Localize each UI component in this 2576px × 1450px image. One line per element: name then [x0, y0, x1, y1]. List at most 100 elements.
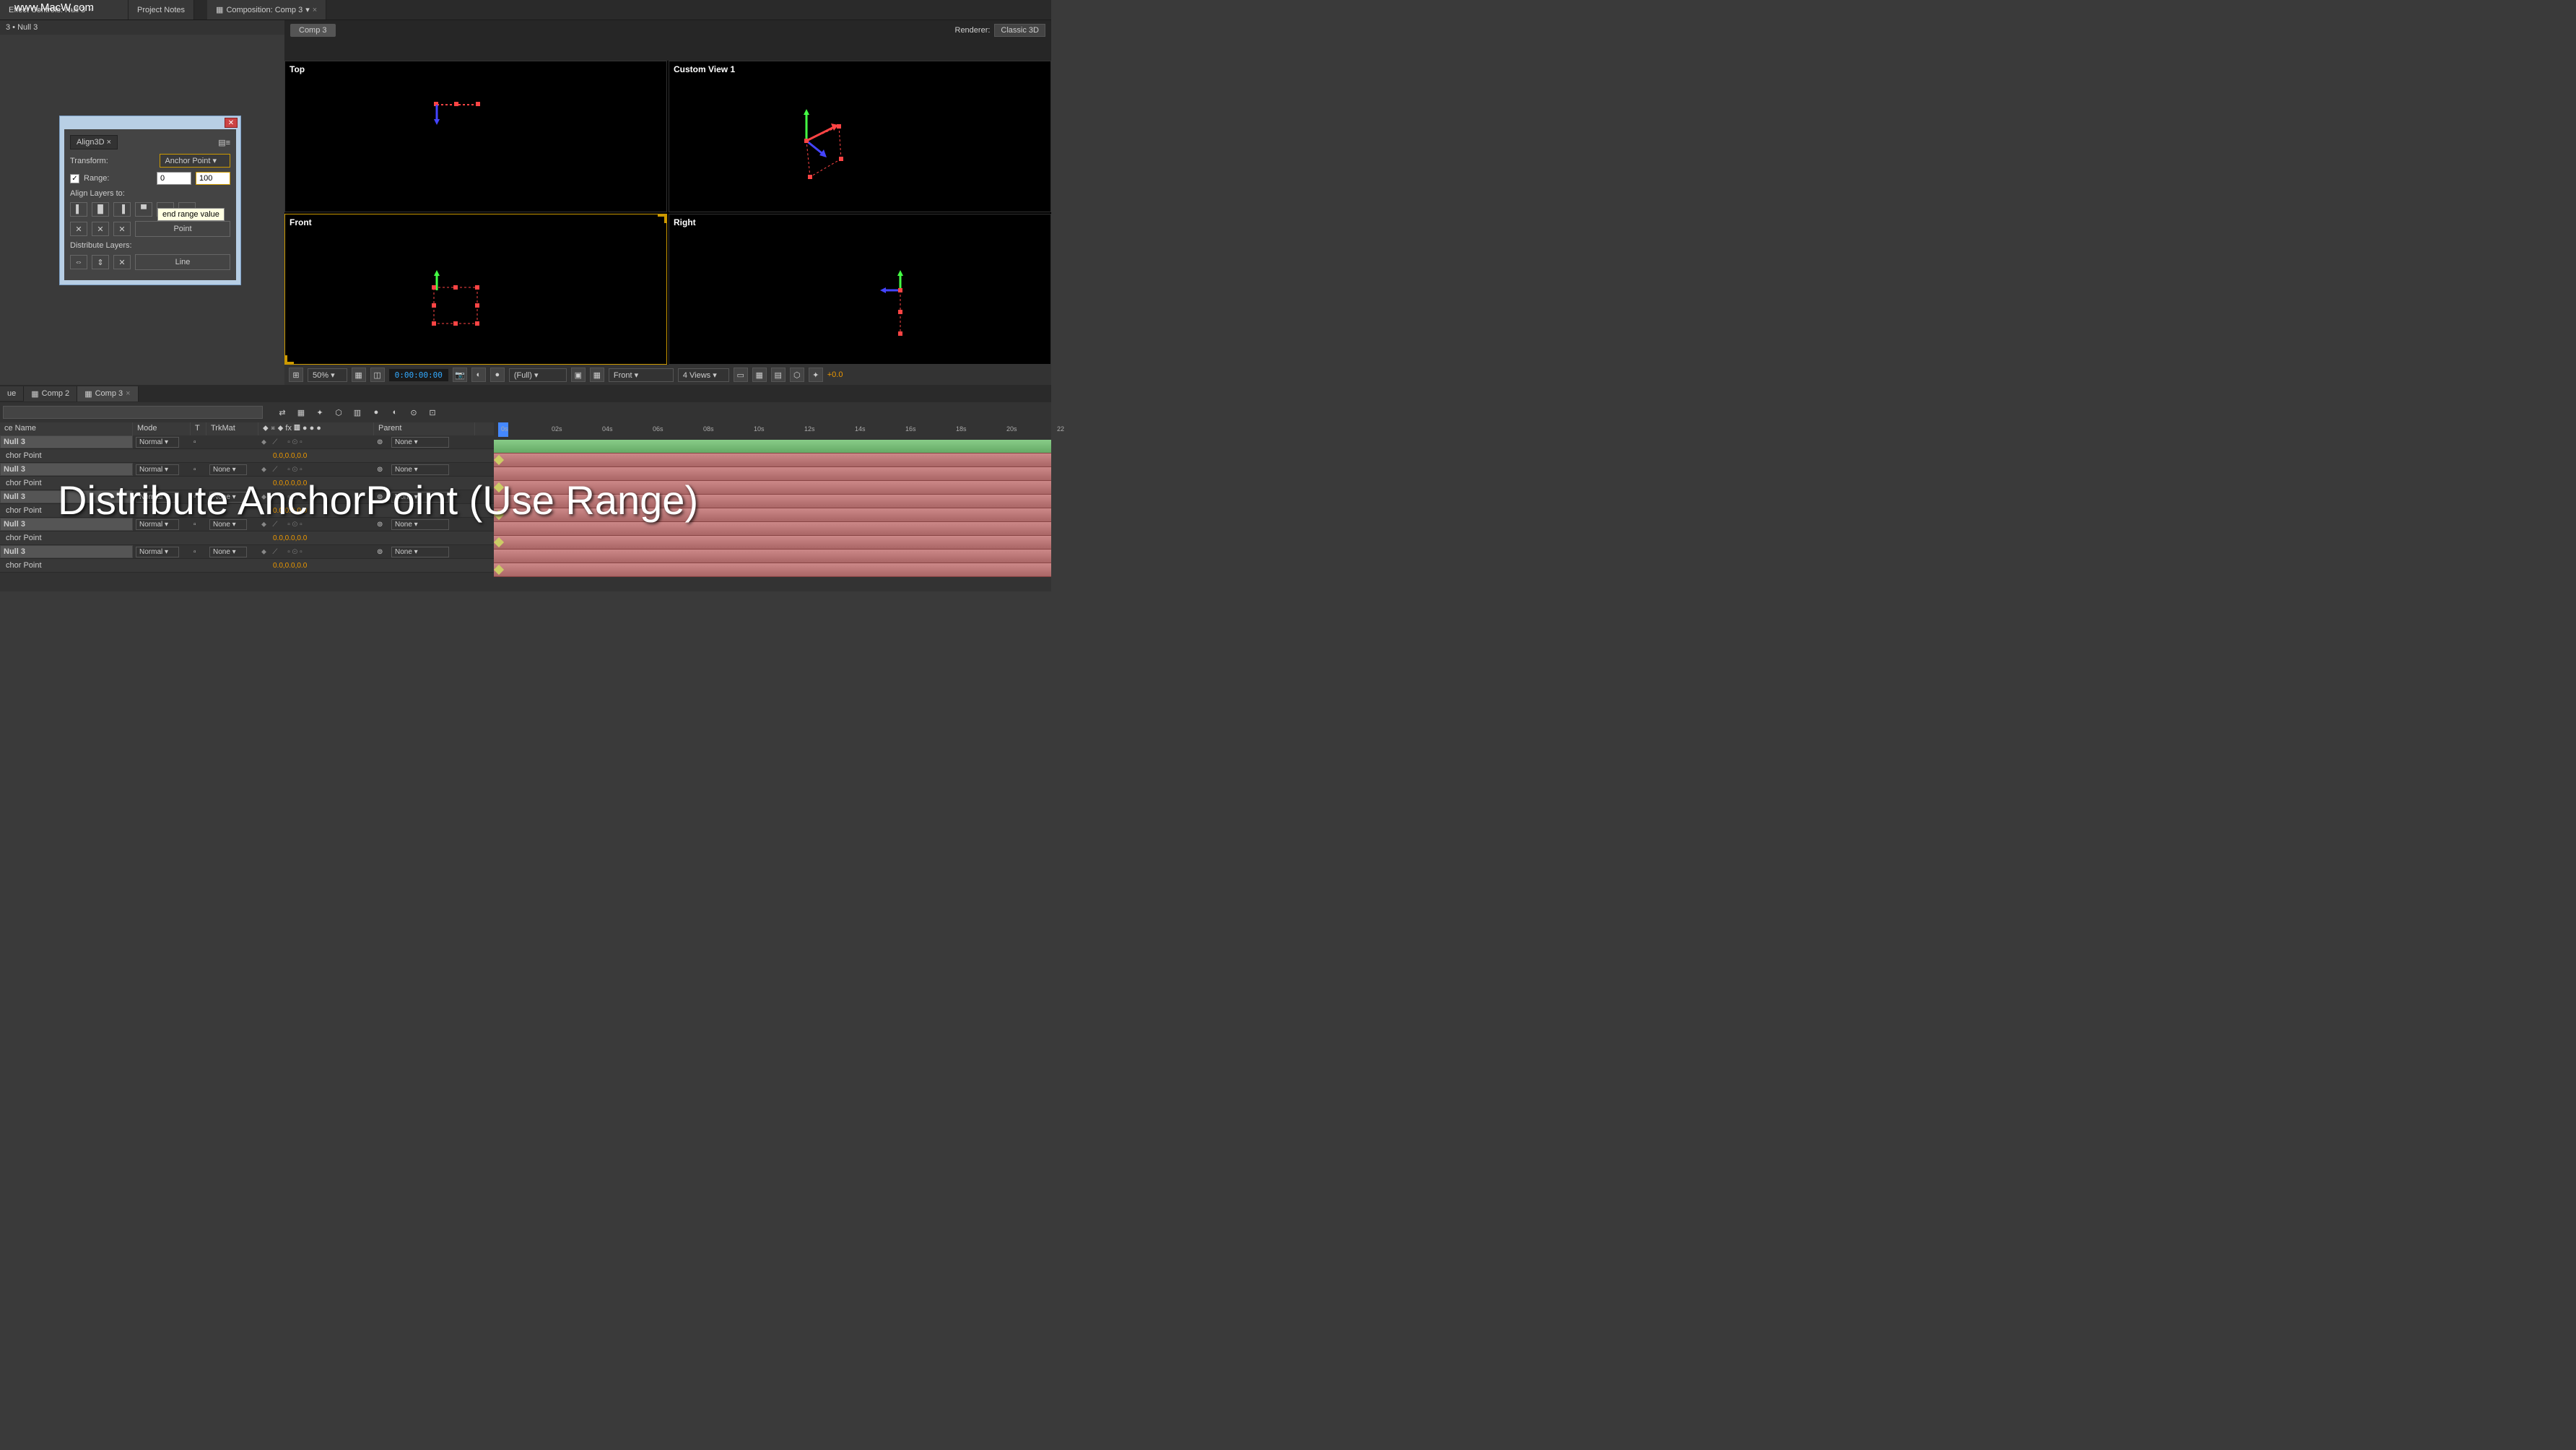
range-start-input[interactable] [157, 172, 191, 185]
transparency-icon[interactable]: ▦ [590, 368, 604, 382]
col-source[interactable]: ce Name [0, 422, 133, 435]
col-mode[interactable]: Mode [133, 422, 191, 435]
parent-select[interactable]: None ▾ [391, 437, 449, 448]
align-left-icon[interactable]: ▌ [70, 202, 87, 217]
parent-select[interactable]: None ▾ [391, 492, 449, 503]
views-select[interactable]: 4 Views ▾ [678, 368, 729, 382]
point-button[interactable]: Point [135, 221, 230, 237]
toolbar-icon[interactable]: ● [368, 404, 384, 420]
timeline-tab[interactable]: ▦ Comp 3 × [77, 386, 138, 401]
time-ruler[interactable]: 0s02s04s06s08s10s12s14s16s18s20s22 [494, 422, 1051, 440]
viewport-front[interactable]: Front [284, 214, 667, 365]
parent-select[interactable]: None ▾ [391, 464, 449, 475]
distribute-v-icon[interactable]: ⇕ [92, 255, 109, 269]
toolbar-icon[interactable]: ⊡ [425, 404, 440, 420]
close-icon[interactable]: × [126, 389, 130, 398]
trkmat-select[interactable]: None ▾ [209, 492, 247, 503]
distribute-h-icon[interactable]: ⇔ [70, 255, 87, 269]
layer-bar[interactable] [494, 563, 1051, 577]
keyframe-icon[interactable] [494, 510, 504, 520]
transform-select[interactable]: Anchor Point ▾ [160, 154, 230, 168]
layer-name[interactable]: Null 3 [0, 435, 133, 448]
align-y-icon[interactable]: ✕ [92, 222, 109, 236]
viewport-custom[interactable]: Custom View 1 [669, 61, 1051, 212]
layer-bar[interactable] [494, 508, 1051, 522]
range-checkbox[interactable]: ✓ [70, 174, 79, 183]
exposure-value[interactable]: +0.0 [827, 370, 843, 379]
renderer-select[interactable]: Classic 3D [994, 24, 1045, 37]
layer-name[interactable]: Null 3 [0, 518, 133, 531]
align-center-h-icon[interactable]: ▐▌ [92, 202, 109, 217]
align-z-icon[interactable]: ✕ [113, 222, 131, 236]
magnify-icon[interactable]: ⊞ [289, 368, 303, 382]
mode-select[interactable]: Normal ▾ [136, 519, 179, 530]
property-value[interactable]: 0.0,0.0,0.0 [273, 562, 307, 570]
grid-icon[interactable]: ▦ [352, 368, 366, 382]
keyframe-icon[interactable] [494, 455, 504, 465]
trkmat-select[interactable]: None ▾ [209, 464, 247, 475]
range-end-input[interactable] [196, 172, 230, 185]
layer-bar[interactable] [494, 467, 1051, 481]
keyframe-icon[interactable] [494, 482, 504, 492]
viewport-right[interactable]: Right [669, 214, 1051, 365]
col-parent[interactable]: Parent [374, 422, 475, 435]
snapshot-icon[interactable]: 📷 [453, 368, 467, 382]
color-icon[interactable]: ● [490, 368, 505, 382]
mask-icon[interactable]: ◫ [370, 368, 385, 382]
property-value[interactable]: 0.0,0.0,0.0 [273, 534, 307, 542]
timeline-tab[interactable]: ue [0, 386, 24, 401]
channel-icon[interactable]: ◐ [471, 368, 486, 382]
keyframe-icon[interactable] [494, 565, 504, 575]
dialog-titlebar[interactable]: ✕ [60, 116, 240, 129]
toolbar-icon[interactable]: ▦ [293, 404, 309, 420]
resolution-select[interactable]: (Full) ▾ [509, 368, 567, 382]
line-button[interactable]: Line [135, 254, 230, 270]
align3d-tab[interactable]: Align3D × [70, 135, 118, 149]
parent-select[interactable]: None ▾ [391, 547, 449, 557]
col-t[interactable]: T [191, 422, 206, 435]
layer-bar[interactable] [494, 481, 1051, 495]
close-icon[interactable]: × [313, 6, 317, 14]
composition-tab[interactable]: ▦ Composition: Comp 3 ▾ × [207, 0, 326, 19]
layer-bar[interactable] [494, 550, 1051, 563]
mode-select[interactable]: Normal ▾ [136, 492, 179, 503]
fast-preview-icon[interactable]: ▦ [752, 368, 767, 382]
timecode[interactable]: 0:00:00:00 [389, 369, 448, 381]
distribute-z-icon[interactable]: ✕ [113, 255, 131, 269]
layer-name[interactable]: Null 3 [0, 545, 133, 558]
mode-select[interactable]: Normal ▾ [136, 437, 179, 448]
close-button[interactable]: ✕ [225, 118, 238, 128]
search-input[interactable] [3, 406, 263, 419]
trkmat-select[interactable]: None ▾ [209, 519, 247, 530]
align-top-icon[interactable]: ▀ [135, 202, 152, 217]
panel-menu-icon[interactable]: ▤≡ [218, 138, 230, 147]
layer-bar[interactable] [494, 495, 1051, 508]
toolbar-icon[interactable]: ⊙ [406, 404, 422, 420]
flowchart-icon[interactable]: ⬡ [790, 368, 804, 382]
dropdown-icon[interactable]: ▾ [305, 5, 310, 14]
roi-icon[interactable]: ▣ [571, 368, 586, 382]
layer-bar[interactable] [494, 453, 1051, 467]
project-notes-tab[interactable]: Project Notes [129, 0, 194, 19]
mode-select[interactable]: Normal ▾ [136, 464, 179, 475]
layer-bar[interactable] [494, 440, 1051, 453]
keyframe-icon[interactable] [494, 537, 504, 547]
col-trkmat[interactable]: TrkMat [206, 422, 258, 435]
viewport-top[interactable]: Top [284, 61, 667, 212]
toolbar-icon[interactable]: ◐ [387, 404, 403, 420]
property-value[interactable]: 0.0,0.0,0.0 [273, 479, 307, 487]
comp-tab[interactable]: Comp 3 [290, 24, 336, 37]
layer-bar[interactable] [494, 522, 1051, 536]
camera-select[interactable]: Front ▾ [609, 368, 674, 382]
zoom-select[interactable]: 50% ▾ [308, 368, 347, 382]
exposure-reset-icon[interactable]: ✦ [809, 368, 823, 382]
timeline-tab[interactable]: ▦ Comp 2 [24, 386, 77, 401]
layer-name[interactable]: Null 3 [0, 463, 133, 476]
layer-bar[interactable] [494, 536, 1051, 550]
property-value[interactable]: 0.0,0.0,0.0 [273, 507, 307, 515]
trkmat-select[interactable]: None ▾ [209, 547, 247, 557]
toolbar-icon[interactable]: ▥ [349, 404, 365, 420]
layer-name[interactable]: Null 3 [0, 490, 133, 503]
align-x-icon[interactable]: ✕ [70, 222, 87, 236]
toolbar-icon[interactable]: ✦ [312, 404, 328, 420]
